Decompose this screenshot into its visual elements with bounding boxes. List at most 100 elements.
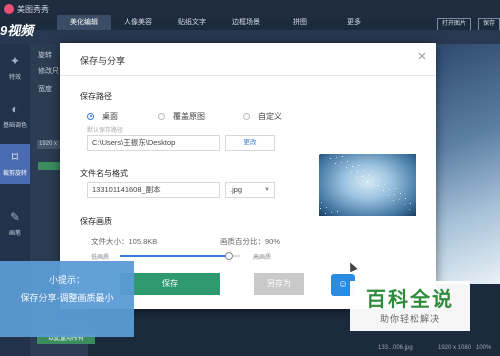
default-path-hint: 默认保存路径 (87, 128, 124, 134)
preview-droplet (319, 154, 320, 155)
filename-input[interactable]: 133101141608_副本 (87, 182, 220, 198)
path-field[interactable]: C:\Users\王振东\Desktop (87, 135, 220, 151)
high-quality-label: 高画质 (253, 255, 272, 261)
preview-droplet (383, 190, 384, 191)
quality-slider-handle[interactable] (225, 252, 233, 260)
preview-droplet (326, 207, 327, 208)
image-preview (319, 154, 416, 216)
quality-title: 保存画质 (80, 217, 112, 226)
quality-slider[interactable] (120, 252, 240, 260)
save-as-button[interactable]: 另存为 (254, 273, 304, 295)
baike-logo: 百科全说 助你轻松解决 (350, 281, 470, 331)
tool-label: 裁剪旋转 (2, 171, 27, 177)
preview-droplet (409, 209, 410, 210)
crop-icon: ⌑ (11, 150, 19, 164)
save-path-title: 保存路径 (80, 92, 112, 101)
preview-droplet (346, 167, 347, 168)
option-overwrite[interactable]: 覆盖原图 (158, 111, 205, 121)
sub-toolbar (0, 30, 500, 44)
app-title: 美图秀秀 (17, 5, 49, 14)
preview-droplet (378, 185, 379, 186)
app-logo-icon (4, 4, 14, 14)
preview-droplet (384, 184, 385, 185)
preview-droplet (336, 157, 337, 158)
tab-portrait[interactable]: 人像美容 (111, 15, 165, 30)
preview-droplet (410, 203, 411, 204)
preview-droplet (331, 212, 332, 213)
status-dimensions: 1920 x 1080 (438, 345, 472, 351)
tool-crop-rotate[interactable]: ⌑ 裁剪旋转 (0, 144, 30, 184)
dialog-header: 保存与分享 ✕ (60, 43, 436, 76)
preview-droplet (325, 213, 326, 214)
main-tabs: 美化编辑 人像美容 贴纸文字 边框场景 拼图 更多 (57, 15, 381, 30)
preview-droplet (372, 186, 373, 187)
mouse-cursor-icon (346, 260, 358, 273)
preview-droplet (367, 181, 368, 182)
chevron-down-icon: ▼ (264, 187, 270, 193)
tab-collage[interactable]: 拼图 (273, 15, 327, 30)
preview-droplet (337, 211, 338, 212)
format-value: .jpg (230, 185, 243, 194)
tool-effects[interactable]: ✦ 特效 (0, 48, 30, 88)
preview-droplet (362, 176, 363, 177)
tip-text: 保存分享-调整画质最小 (20, 293, 114, 303)
preview-droplet (388, 195, 389, 196)
tab-more[interactable]: 更多 (327, 15, 381, 30)
save-button[interactable]: 保存 (120, 273, 220, 295)
preview-droplet (342, 156, 343, 157)
image-canvas[interactable] (433, 44, 500, 284)
tool-brush[interactable]: ✎ 画笔 (0, 204, 30, 244)
radio-icon[interactable] (243, 112, 250, 120)
preview-droplet (351, 172, 352, 173)
video-watermark: 9视频 (0, 23, 34, 38)
tool-label: 画笔 (8, 231, 21, 237)
preview-droplet (393, 200, 394, 201)
tab-beautify[interactable]: 美化编辑 (57, 15, 111, 30)
radio-icon[interactable] (87, 112, 94, 120)
close-icon[interactable]: ✕ (416, 51, 428, 63)
preview-droplet (368, 175, 369, 176)
brush-icon: ✎ (9, 210, 21, 224)
preview-droplet (347, 161, 348, 162)
option-label: 桌面 (102, 111, 118, 121)
baike-slogan: 助你轻松解决 (379, 314, 440, 324)
tab-stickers[interactable]: 贴纸文字 (165, 15, 219, 30)
preview-droplet (405, 198, 406, 199)
status-filename: 133...006.jpg (378, 345, 413, 351)
preview-droplet (335, 163, 336, 164)
tool-color-adjust[interactable]: ◐ 基础调色 (0, 96, 30, 136)
preview-droplet (358, 165, 359, 166)
preview-droplet (357, 171, 358, 172)
preview-droplet (352, 166, 353, 167)
quality-percent-text: 画质百分比：90% (220, 237, 281, 246)
tool-label: 特效 (8, 75, 21, 81)
preview-droplet (356, 177, 357, 178)
preview-droplet (373, 180, 374, 181)
preview-droplet (363, 170, 364, 171)
baike-brand: 百科全说 (366, 289, 454, 311)
option-custom[interactable]: 自定义 (243, 111, 282, 121)
preview-droplet (321, 202, 322, 203)
filename-format-title: 文件名与格式 (80, 169, 128, 178)
option-label: 自定义 (258, 111, 282, 121)
panel-rotate-label: 旋转 (38, 52, 52, 59)
tab-frames[interactable]: 边框场景 (219, 15, 273, 30)
change-path-button[interactable]: 更改 (225, 135, 275, 151)
preview-droplet (330, 158, 331, 159)
preview-droplet (341, 162, 342, 163)
low-quality-label: 低画质 (91, 255, 110, 261)
option-label: 覆盖原图 (173, 111, 205, 121)
format-select[interactable]: .jpg ▼ (225, 182, 275, 198)
radio-icon[interactable] (158, 112, 165, 120)
preview-droplet (394, 194, 395, 195)
preview-droplet (399, 199, 400, 200)
option-desktop[interactable]: 桌面 (87, 111, 118, 121)
preview-droplet (395, 188, 396, 189)
preview-droplet (379, 179, 380, 180)
preview-droplet (320, 208, 321, 209)
file-size-text: 文件大小：105.8KB (91, 237, 158, 246)
dialog-title: 保存与分享 (80, 56, 126, 66)
tip-box: 小提示： 保存分享-调整画质最小 (0, 261, 134, 337)
panel-width-label: 宽度 (38, 86, 52, 93)
magic-wand-icon: ✦ (9, 54, 21, 68)
